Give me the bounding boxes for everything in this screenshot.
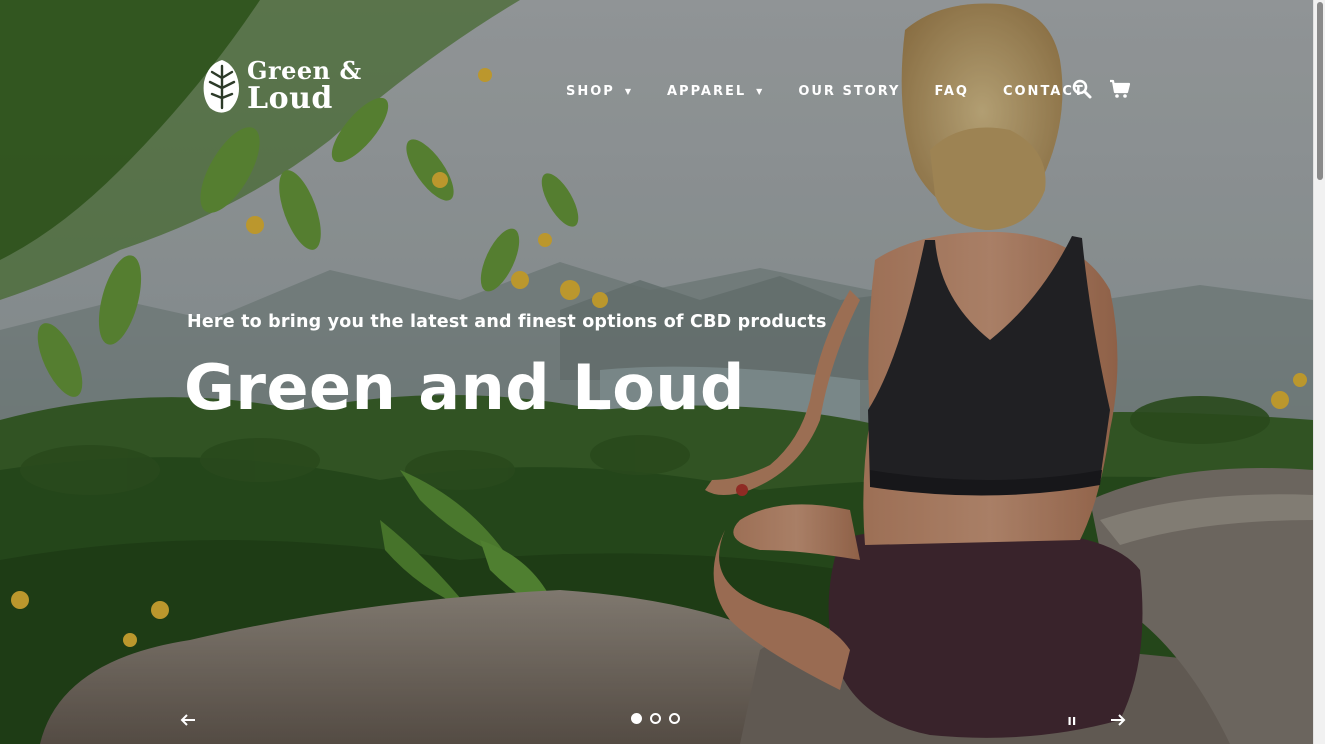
slide-dot-2[interactable] [650,713,661,724]
slideshow-pause-button[interactable] [1060,708,1084,732]
logo-text-line1: Green & [247,56,362,85]
nav-item-label: SHOP [566,83,615,99]
search-button[interactable] [1071,78,1093,100]
nav-item-label: APPAREL [666,83,747,99]
page-scrollbar[interactable] [1313,0,1325,744]
chevron-down-icon: ▼ [624,86,633,96]
logo-text-line2: Loud [247,81,333,116]
scrollbar-thumb[interactable] [1317,2,1323,180]
cart-icon [1110,79,1131,98]
main-nav: SHOP ▼ APPAREL ▼ OUR STORY FAQ CONTACT [566,79,1085,103]
pause-icon [1068,717,1076,725]
site-logo[interactable]: Green & Loud [200,58,395,120]
slideshow-pagination [631,713,688,724]
slideshow-next-button[interactable] [1106,708,1130,732]
slide-dot-3[interactable] [669,713,680,724]
nav-item-our-story[interactable]: OUR STORY [798,84,900,99]
nav-item-faq[interactable]: FAQ [934,84,969,99]
hero-title: Green and Loud [184,351,745,424]
chevron-down-icon: ▼ [756,86,765,96]
arrow-left-icon [180,714,195,726]
leaf-logo-icon [203,60,239,113]
cart-button[interactable] [1109,78,1131,100]
hero-subtitle: Here to bring you the latest and finest … [187,312,827,332]
nav-item-label: FAQ [934,83,969,99]
search-icon [1072,79,1092,99]
nav-item-shop[interactable]: SHOP ▼ [566,84,633,99]
arrow-right-icon [1111,714,1126,726]
nav-item-apparel[interactable]: APPAREL ▼ [667,84,764,99]
nav-item-label: OUR STORY [798,83,901,99]
slide-dot-1[interactable] [631,713,642,724]
slideshow-prev-button[interactable] [176,708,200,732]
